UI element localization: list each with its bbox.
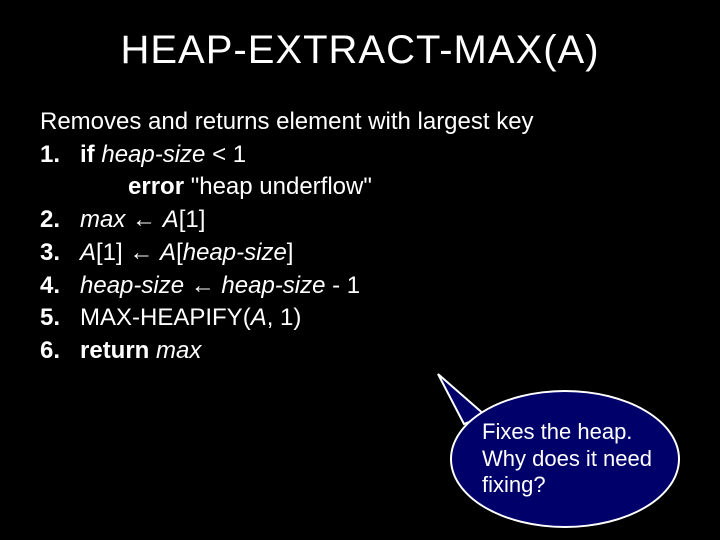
callout-bubble: Fixes the heap. Why does it need fixing? bbox=[450, 390, 680, 528]
text: ] bbox=[287, 239, 294, 266]
var-max: max bbox=[156, 337, 201, 364]
keyword-error: error bbox=[128, 173, 184, 200]
step-1: 1. if heap-size < 1 bbox=[40, 140, 680, 171]
var-a: A bbox=[163, 206, 179, 233]
text: [1] bbox=[179, 206, 206, 233]
var-a: A bbox=[80, 239, 96, 266]
step-body: max ← A[1] bbox=[80, 205, 680, 236]
step-4: 4. heap-size ← heap-size - 1 bbox=[40, 271, 680, 302]
subtitle: Removes and returns element with largest… bbox=[40, 107, 680, 138]
keyword-if: if bbox=[80, 141, 95, 168]
callout: Fixes the heap. Why does it need fixing? bbox=[430, 360, 690, 530]
step-body: A[1] ← A[heap-size] bbox=[80, 238, 680, 269]
keyword-return: return bbox=[80, 337, 149, 364]
callout-text: Fixes the heap. Why does it need fixing? bbox=[482, 419, 652, 498]
text: - 1 bbox=[325, 272, 360, 299]
text: , 1) bbox=[267, 304, 302, 331]
step-body: MAX-HEAPIFY(A, 1) bbox=[80, 303, 680, 334]
step-5: 5. MAX-HEAPIFY(A, 1) bbox=[40, 303, 680, 334]
text: ← bbox=[125, 206, 162, 233]
step-body: if heap-size < 1 bbox=[80, 140, 680, 171]
var-heap-size: heap-size bbox=[183, 239, 287, 266]
step-number: 5. bbox=[40, 303, 80, 334]
error-message: "heap underflow" bbox=[184, 173, 372, 200]
var-heap-size: heap-size bbox=[101, 141, 205, 168]
var-max: max bbox=[80, 206, 125, 233]
step-number: 2. bbox=[40, 205, 80, 236]
step-2: 2. max ← A[1] bbox=[40, 205, 680, 236]
var-heap-size: heap-size bbox=[80, 272, 184, 299]
pseudocode-list: 1. if heap-size < 1 bbox=[40, 140, 680, 171]
error-line: error "heap underflow" bbox=[40, 172, 680, 203]
text: MAX-HEAPIFY( bbox=[80, 304, 251, 331]
text bbox=[149, 337, 156, 364]
var-a: A bbox=[160, 239, 176, 266]
pseudocode-list-cont: 2. max ← A[1] 3. A[1] ← A[heap-size] 4. … bbox=[40, 205, 680, 367]
text: [1] ← bbox=[96, 239, 160, 266]
text: < 1 bbox=[205, 141, 246, 168]
slide-title: HEAP-EXTRACT-MAX(A) bbox=[0, 0, 720, 73]
var-a: A bbox=[251, 304, 267, 331]
step-number: 6. bbox=[40, 336, 80, 367]
slide-content: Removes and returns element with largest… bbox=[0, 73, 720, 367]
var-heap-size: heap-size bbox=[221, 272, 325, 299]
step-number: 4. bbox=[40, 271, 80, 302]
text: [ bbox=[176, 239, 183, 266]
step-number: 1. bbox=[40, 140, 80, 171]
step-body: heap-size ← heap-size - 1 bbox=[80, 271, 680, 302]
text: ← bbox=[184, 272, 221, 299]
step-3: 3. A[1] ← A[heap-size] bbox=[40, 238, 680, 269]
step-number: 3. bbox=[40, 238, 80, 269]
